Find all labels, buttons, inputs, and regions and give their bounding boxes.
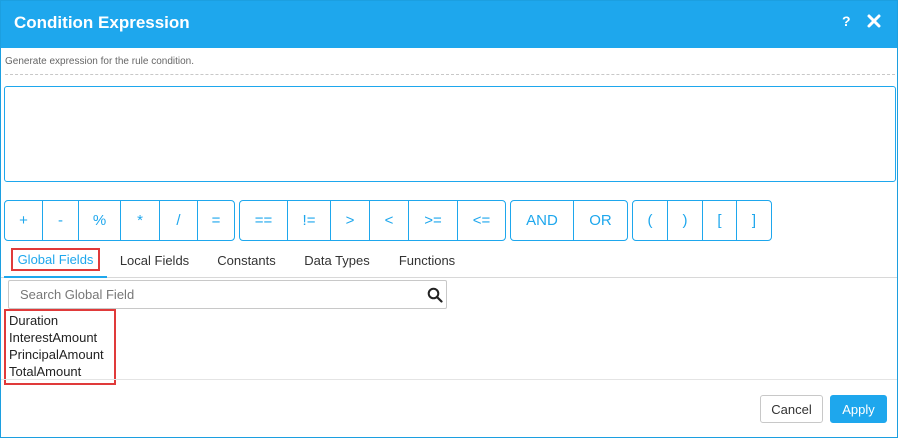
expression-editor[interactable] [4,86,896,182]
operator-button-equal[interactable]: == [240,201,288,240]
dialog-title: Condition Expression [14,13,190,32]
search-input[interactable] [9,281,419,308]
apply-button[interactable]: Apply [830,395,887,423]
operator-button-less-equal[interactable]: <= [458,201,505,240]
arithmetic-operator-group: + - % * / = [4,200,235,241]
operator-button-close-bracket[interactable]: ] [737,201,771,240]
operator-button-multiply[interactable]: * [121,201,160,240]
operator-button-divide[interactable]: / [160,201,198,240]
field-tabs: Global Fields Local Fields Constants Dat… [1,243,897,278]
operator-button-modulo[interactable]: % [79,201,121,240]
tab-global-fields[interactable]: Global Fields [4,243,107,278]
operator-button-close-paren[interactable]: ) [668,201,703,240]
operator-button-plus[interactable]: + [5,201,43,240]
close-icon[interactable] [865,12,883,30]
operator-button-minus[interactable]: - [43,201,79,240]
bracket-operator-group: ( ) [ ] [632,200,772,241]
operator-button-assign[interactable]: = [198,201,234,240]
cancel-button[interactable]: Cancel [760,395,823,423]
list-item[interactable]: InterestAmount [9,329,114,346]
comparison-operator-group: == != > < >= <= [239,200,506,241]
search-icon[interactable] [427,287,443,303]
operator-button-open-bracket[interactable]: [ [703,201,737,240]
global-field-search [8,280,447,309]
tab-data-types[interactable]: Data Types [297,243,377,278]
list-item[interactable]: Duration [9,312,114,329]
operator-button-greater[interactable]: > [331,201,370,240]
footer-divider [1,379,897,380]
operator-button-or[interactable]: OR [574,201,627,240]
operator-button-greater-equal[interactable]: >= [409,201,458,240]
operator-button-less[interactable]: < [370,201,409,240]
tab-label: Global Fields [10,248,101,271]
operator-button-and[interactable]: AND [511,201,574,240]
dialog-subtitle: Generate expression for the rule conditi… [5,56,194,67]
list-item[interactable]: TotalAmount [9,363,114,380]
tab-constants[interactable]: Constants [207,243,286,278]
condition-expression-dialog: Condition Expression ? Generate expressi… [0,0,898,438]
tab-local-fields[interactable]: Local Fields [113,243,196,278]
operator-button-not-equal[interactable]: != [288,201,331,240]
divider [5,74,895,75]
list-item[interactable]: PrincipalAmount [9,346,114,363]
dialog-header: Condition Expression ? [1,1,897,48]
logical-operator-group: AND OR [510,200,628,241]
help-icon[interactable]: ? [842,13,851,29]
tab-functions[interactable]: Functions [391,243,463,278]
global-field-list: Duration InterestAmount PrincipalAmount … [4,309,116,385]
operator-button-open-paren[interactable]: ( [633,201,668,240]
